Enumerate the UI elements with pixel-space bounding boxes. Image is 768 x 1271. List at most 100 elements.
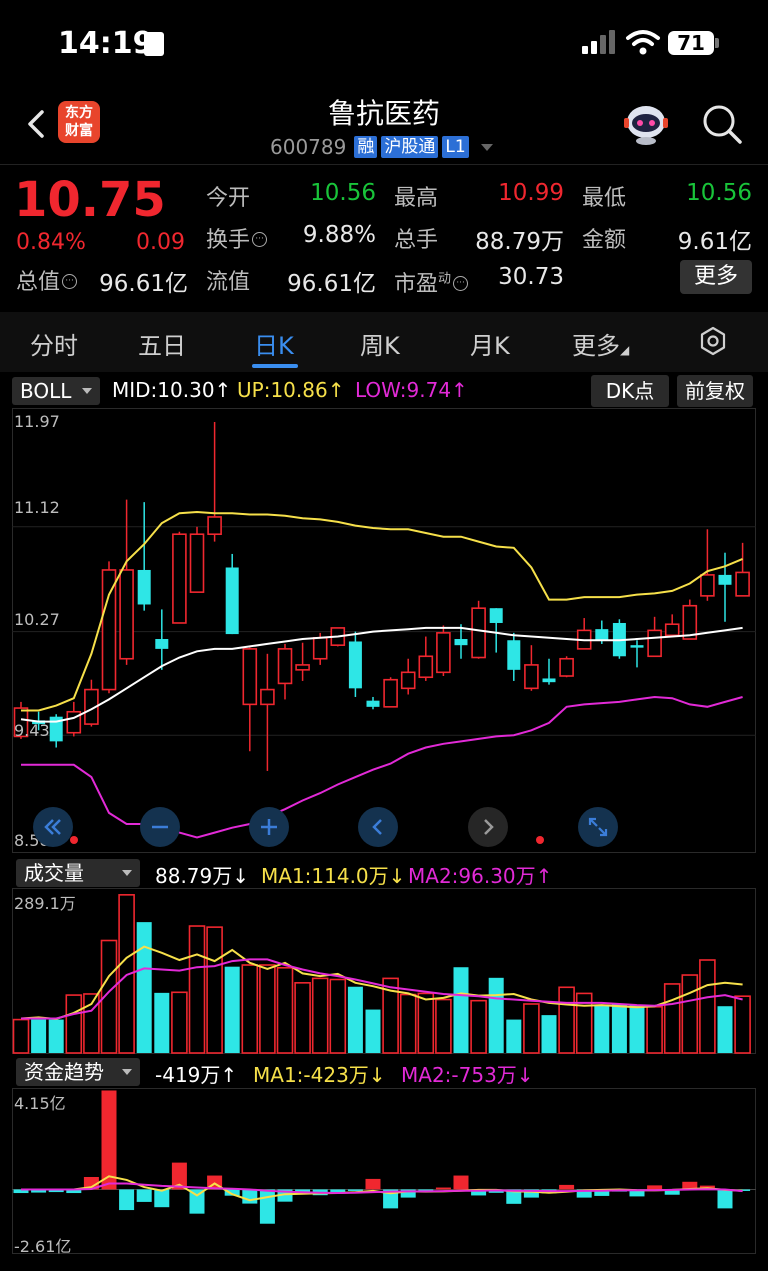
volume-bar <box>154 992 170 1053</box>
turnover-label[interactable]: 换手 ··· <box>206 222 268 254</box>
candle <box>277 643 293 700</box>
volume-bar <box>681 974 699 1054</box>
candle <box>101 561 117 694</box>
candle <box>348 631 362 697</box>
volume-bar <box>365 1009 381 1053</box>
y-tick-label: 9.43 <box>14 721 50 740</box>
y-tick-label: 11.97 <box>14 412 60 431</box>
volume-bar <box>435 998 452 1054</box>
fund-bar <box>453 1175 469 1190</box>
volume-bar <box>417 992 435 1054</box>
volume-bar <box>48 1019 64 1053</box>
candle <box>225 553 239 635</box>
tab-weekly-k[interactable]: 周K <box>360 326 400 361</box>
pe-label[interactable]: 市盈动 ··· <box>394 266 469 298</box>
candle <box>295 642 310 681</box>
zoom-in-button[interactable] <box>249 807 289 847</box>
candle <box>366 696 380 710</box>
gear-icon[interactable] <box>698 326 728 356</box>
scroll-left-button[interactable] <box>358 807 398 847</box>
info-icon: ··· <box>252 232 268 247</box>
candle <box>155 609 169 670</box>
fund-bar <box>101 1090 117 1190</box>
indicator-dropdown-fund[interactable]: 资金趋势 <box>16 1058 140 1086</box>
volume-bar <box>276 966 294 1054</box>
marker-dot <box>536 836 544 844</box>
chevron-down-icon[interactable] <box>480 143 493 151</box>
candle <box>49 714 63 748</box>
volume-bar <box>31 1019 47 1053</box>
volume-bar <box>470 999 487 1054</box>
indicator-dropdown-volume[interactable]: 成交量 <box>16 859 140 887</box>
volume-bar <box>663 983 681 1054</box>
volume-y-max-label: 289.1万 <box>14 894 76 913</box>
current-price: 10.75 <box>14 172 166 228</box>
tag-margin: 融 <box>354 136 378 158</box>
volume-bar <box>717 1006 733 1053</box>
tab-more[interactable]: 更多◢ <box>572 326 629 361</box>
tab-five-day[interactable]: 五日 <box>138 326 186 361</box>
fund-current: -419万↑ <box>155 1063 238 1087</box>
tag-stock-connect: 沪股通 <box>381 136 439 158</box>
divider <box>0 164 768 165</box>
info-icon: ··· <box>62 274 78 289</box>
fund-ma2: MA2:-753万↓ <box>401 1063 534 1087</box>
fund-ma1: MA1:-423万↓ <box>253 1063 386 1087</box>
marker-dot <box>70 836 78 844</box>
adjust-forward-button[interactable]: 前复权 <box>677 375 753 407</box>
amount-label: 金额 <box>582 228 627 253</box>
y-tick-label: 11.12 <box>14 498 60 517</box>
y-tick-label: 10.27 <box>14 610 60 629</box>
open-label: 今开 <box>206 186 251 211</box>
candle <box>630 640 644 668</box>
dk-point-button[interactable]: DK点 <box>591 375 669 407</box>
candle <box>418 636 434 681</box>
scroll-left-fast-button[interactable] <box>33 807 73 847</box>
indicator-dropdown-boll[interactable]: BOLL <box>12 377 100 405</box>
float-cap-value: 96.61亿 <box>287 271 376 297</box>
volume-bar <box>611 1003 627 1053</box>
candle <box>735 542 750 597</box>
status-time: 14:19 <box>58 26 154 61</box>
candle <box>137 502 151 611</box>
robot-assistant-icon[interactable] <box>622 100 670 146</box>
fund-bar <box>365 1178 381 1190</box>
active-tab-indicator <box>252 364 298 368</box>
low-label: 最低 <box>582 186 627 211</box>
minus-icon <box>152 825 168 829</box>
fund-y-max-label: 4.15亿 <box>14 1094 66 1113</box>
candle <box>682 599 698 640</box>
fund-bar <box>435 1187 451 1190</box>
fund-bar <box>136 1189 152 1202</box>
candle <box>576 618 592 650</box>
volume-ma2: MA2:96.30万↑ <box>408 864 553 888</box>
search-icon[interactable] <box>700 102 744 146</box>
boll-up: UP:10.86↑ <box>237 378 345 402</box>
fund-trend-chart <box>12 1088 756 1254</box>
tab-monthly-k[interactable]: 月K <box>470 326 510 361</box>
open-value: 10.56 <box>310 180 376 206</box>
float-cap-label: 流值 <box>206 270 251 295</box>
tab-daily-k[interactable]: 日K <box>254 326 294 361</box>
candlestick-chart[interactable] <box>12 408 756 853</box>
candle <box>664 614 680 637</box>
change-amount: 0.09 <box>136 230 185 255</box>
scroll-right-button[interactable] <box>468 807 508 847</box>
fullscreen-button[interactable] <box>578 807 618 847</box>
volume-bar <box>294 982 311 1054</box>
volume-label: 总手 <box>394 228 439 253</box>
volume-bar <box>206 926 223 1054</box>
candle <box>542 658 556 685</box>
boll-low: LOW:9.74↑ <box>355 378 468 402</box>
zoom-out-button[interactable] <box>140 807 180 847</box>
market-cap-label[interactable]: 总值 ··· <box>16 264 78 296</box>
volume-bar <box>594 1005 610 1053</box>
more-button[interactable]: 更多 <box>680 260 752 294</box>
fund-bar <box>647 1185 663 1190</box>
tab-intraday[interactable]: 分时 <box>30 326 78 361</box>
stock-code-row[interactable]: 600789 融 沪股通 L1 <box>270 134 493 160</box>
volume-bar <box>12 1018 30 1054</box>
volume-bar <box>734 995 751 1054</box>
chevron-right-icon <box>484 819 494 835</box>
high-label: 最高 <box>394 186 439 211</box>
